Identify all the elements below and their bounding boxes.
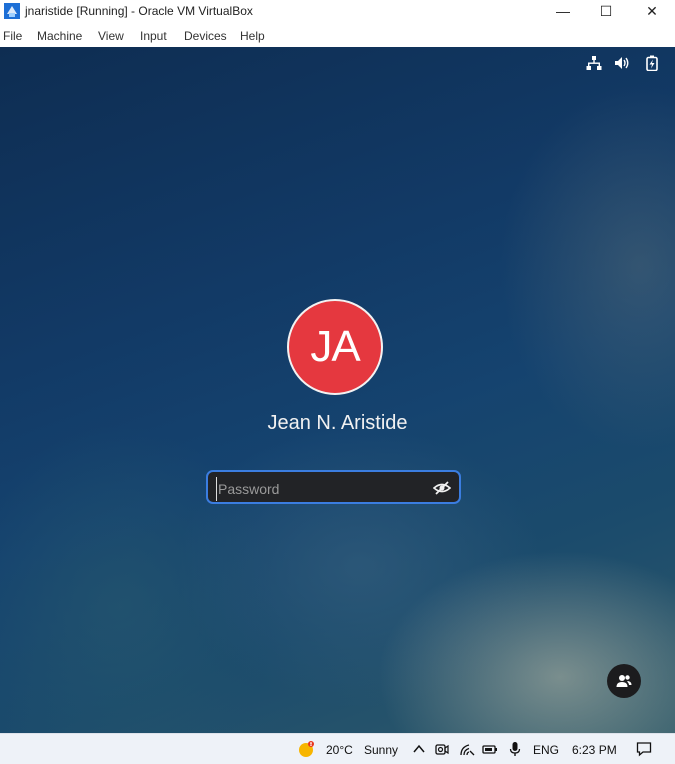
vm-screen[interactable]: JA Jean N. Aristide — [0, 47, 675, 733]
menu-view[interactable]: View — [98, 29, 124, 43]
notification-icon[interactable] — [636, 741, 652, 757]
menu-bar: File Machine View Input Devices Help — [0, 25, 675, 47]
user-avatar[interactable]: JA — [287, 299, 383, 395]
taskbar: 20°C Sunny ENG 6:23 PM — [0, 733, 675, 764]
menu-machine[interactable]: Machine — [37, 29, 82, 43]
switch-user-button[interactable] — [607, 664, 641, 698]
battery-icon[interactable] — [482, 741, 498, 757]
volume-icon[interactable] — [614, 55, 630, 71]
window-titlebar: jnaristide [Running] - Oracle VM Virtual… — [0, 0, 675, 24]
hide-password-icon[interactable] — [433, 480, 451, 496]
menu-file[interactable]: File — [3, 29, 22, 43]
wifi-icon[interactable] — [459, 741, 475, 757]
microphone-icon[interactable] — [507, 741, 523, 757]
language-indicator[interactable]: ENG — [533, 743, 559, 757]
virtualbox-icon — [4, 3, 20, 19]
weather-condition[interactable]: Sunny — [364, 743, 398, 757]
menu-input[interactable]: Input — [140, 29, 167, 43]
maximize-button[interactable]: ☐ — [583, 0, 629, 24]
password-field[interactable] — [206, 470, 461, 504]
menu-help[interactable]: Help — [240, 29, 265, 43]
sunny-weather-icon[interactable] — [297, 740, 315, 758]
user-name: Jean N. Aristide — [267, 412, 408, 434]
chevron-up-icon[interactable] — [411, 741, 427, 757]
users-icon — [616, 675, 632, 687]
menu-devices[interactable]: Devices — [184, 29, 227, 43]
camera-icon[interactable] — [434, 741, 450, 757]
battery-charging-icon[interactable] — [644, 55, 660, 71]
window-title: jnaristide [Running] - Oracle VM Virtual… — [25, 4, 253, 18]
password-input[interactable] — [216, 477, 430, 501]
clock[interactable]: 6:23 PM — [572, 743, 617, 757]
network-icon[interactable] — [586, 55, 602, 71]
close-button[interactable]: ✕ — [629, 0, 675, 24]
weather-temperature[interactable]: 20°C — [326, 743, 353, 757]
minimize-button[interactable]: — — [540, 0, 586, 24]
